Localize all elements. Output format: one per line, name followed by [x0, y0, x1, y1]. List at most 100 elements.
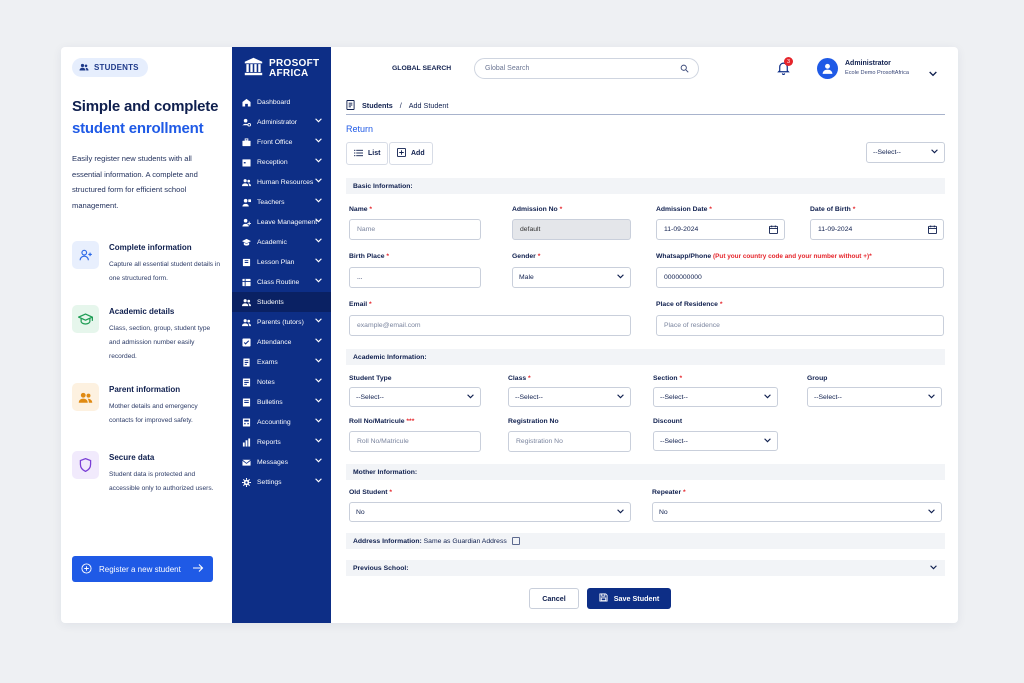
note-icon [241, 377, 251, 387]
name-field[interactable]: Name [349, 219, 481, 240]
promo-title-line1: Simple and complete [72, 98, 219, 115]
gender-select[interactable]: Male [512, 267, 631, 288]
registration-no-field[interactable]: Registration No [508, 431, 631, 452]
save-student-button[interactable]: Save Student [587, 588, 671, 609]
sidebar-item-lesson-plan[interactable]: Lesson Plan [232, 252, 331, 272]
sidebar-item-settings[interactable]: Settings [232, 472, 331, 492]
global-search-input[interactable]: Global Search [474, 58, 699, 79]
email-field[interactable]: example@email.com [349, 315, 631, 336]
dob-field[interactable]: 11-09-2024 [810, 219, 944, 240]
chevron-down-icon[interactable] [930, 565, 937, 572]
briefcase-icon [241, 137, 251, 147]
sidebar-item-reports[interactable]: Reports [232, 432, 331, 452]
list-button[interactable]: List [346, 142, 389, 165]
sidebar-item-reception[interactable]: Reception [232, 152, 331, 172]
section-value: --Select-- [660, 393, 688, 401]
table-icon [241, 277, 251, 287]
group-select[interactable]: --Select-- [807, 387, 942, 407]
calendar-icon[interactable] [769, 225, 778, 236]
return-link[interactable]: Return [346, 124, 373, 134]
residence-field[interactable]: Place of residence [656, 315, 944, 336]
birth-place-field[interactable]: ... [349, 267, 481, 288]
class-select[interactable]: --Select-- [508, 387, 631, 407]
register-student-button[interactable]: Register a new student [72, 556, 213, 582]
repeater-label: Repeater * [652, 489, 686, 496]
student-type-select[interactable]: --Select-- [349, 387, 481, 407]
sidebar-item-human-resources[interactable]: Human Resources [232, 172, 331, 192]
brand-logo[interactable]: PROSOFT AFRICA [232, 47, 331, 91]
sidebar-item-label: Attendance [257, 338, 292, 346]
users-icon [72, 383, 99, 411]
chevron-down-icon [617, 509, 624, 516]
calendar-icon[interactable] [928, 225, 937, 236]
add-button[interactable]: Add [389, 142, 433, 165]
chevron-down-icon [315, 138, 322, 145]
student-type-label: Student Type [349, 375, 392, 382]
sidebar-item-accounting[interactable]: Accounting [232, 412, 331, 432]
old-student-value: No [356, 508, 365, 516]
cancel-button[interactable]: Cancel [529, 588, 579, 609]
sidebar-item-bulletins[interactable]: Bulletins [232, 392, 331, 412]
sidebar-item-teachers[interactable]: Teachers [232, 192, 331, 212]
roll-field[interactable]: Roll No/Matricule [349, 431, 481, 452]
old-student-label: Old Student * [349, 489, 393, 496]
admission-date-field[interactable]: 11-09-2024 [656, 219, 785, 240]
old-student-select[interactable]: No [349, 502, 631, 522]
sidebar-item-parents-tutors[interactable]: Parents (tutors) [232, 312, 331, 332]
repeater-select[interactable]: No [652, 502, 942, 522]
mother-information-header: Mother Information: [346, 464, 945, 480]
discount-select[interactable]: --Select-- [653, 431, 778, 451]
sidebar-item-attendance[interactable]: Attendance [232, 332, 331, 352]
graduation-cap-icon [72, 305, 99, 333]
feature-desc: Student data is protected and accessible… [109, 471, 214, 492]
phone-field[interactable]: 0000000000 [656, 267, 944, 288]
notification-bell[interactable]: 3 [777, 57, 793, 80]
sidebar-item-front-office[interactable]: Front Office [232, 132, 331, 152]
sidebar-item-label: Front Office [257, 138, 293, 146]
user-cog-icon [241, 117, 251, 127]
filter-select[interactable]: --Select-- [866, 142, 945, 163]
promo-lead: Easily register new students with all es… [72, 154, 198, 210]
name-placeholder: Name [357, 226, 376, 233]
sidebar-item-administrator[interactable]: Administrator [232, 112, 331, 132]
arrow-right-icon [192, 563, 204, 575]
section-select[interactable]: --Select-- [653, 387, 778, 407]
user-name[interactable]: Administrator [845, 60, 891, 67]
academic-information-header: Academic Information: [346, 349, 945, 365]
sidebar-item-academic[interactable]: Academic [232, 232, 331, 252]
sidebar-item-dashboard[interactable]: Dashboard [232, 92, 331, 112]
chevron-down-icon [315, 118, 322, 125]
breadcrumb-section[interactable]: Students [362, 101, 393, 110]
sidebar-item-class-routine[interactable]: Class Routine [232, 272, 331, 292]
chevron-down-icon [617, 394, 624, 401]
chevron-down-icon [315, 438, 322, 445]
sidebar-item-notes[interactable]: Notes [232, 372, 331, 392]
admission-no-label: Admission No * [512, 206, 563, 213]
sidebar-item-messages[interactable]: Messages [232, 452, 331, 472]
class-label: Class * [508, 375, 531, 382]
nav-list: Dashboard Administrator Front Office Recept… [232, 92, 331, 492]
save-icon [599, 593, 608, 604]
avatar[interactable] [817, 58, 838, 79]
sidebar-item-leave-management[interactable]: Leave Management [232, 212, 331, 232]
chevron-down-icon [617, 274, 624, 281]
calendar-icon [241, 157, 251, 167]
sidebar-item-label: Messages [257, 458, 288, 466]
exam-icon [241, 357, 251, 367]
students-icon [241, 297, 251, 307]
name-label: Name * [349, 206, 373, 213]
chevron-down-icon [315, 178, 322, 185]
sidebar-item-exams[interactable]: Exams [232, 352, 331, 372]
registration-no-placeholder: Registration No [516, 438, 563, 445]
previous-school-header[interactable]: Previous School: [346, 560, 945, 576]
list-label: List [368, 150, 381, 157]
class-value: --Select-- [515, 393, 543, 401]
residence-placeholder: Place of residence [664, 322, 720, 329]
chevron-down-icon [928, 394, 935, 401]
search-icon[interactable] [680, 64, 689, 75]
chevron-down-icon [928, 509, 935, 516]
same-as-guardian-checkbox[interactable] [511, 537, 520, 545]
chevron-down-icon[interactable] [929, 64, 937, 82]
parents-icon [241, 317, 251, 327]
sidebar-item-students[interactable]: Students [232, 292, 331, 312]
